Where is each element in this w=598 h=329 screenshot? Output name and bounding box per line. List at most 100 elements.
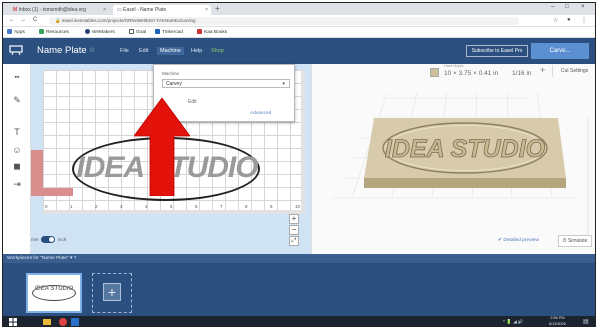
apps-icon[interactable]: ◼	[11, 160, 23, 172]
unit-mm-label: mm	[31, 237, 39, 242]
material-dimensions: 10 × 3.75 × 0.41 in	[444, 70, 499, 77]
favorite-star-icon[interactable]: ☆	[89, 46, 95, 54]
forward-icon[interactable]: →	[20, 17, 26, 23]
bookmark-icon	[155, 29, 160, 34]
apps-grid-icon	[7, 29, 12, 34]
chrome-icon[interactable]	[59, 318, 67, 326]
text-icon[interactable]: T	[11, 126, 23, 138]
workpiece-thumbnail[interactable]: IDEA STUDIO	[26, 273, 82, 313]
project-title[interactable]: Name Plate	[37, 45, 87, 56]
minimize-icon[interactable]: –	[551, 4, 554, 10]
clock-date: 6/13/2020	[549, 321, 566, 326]
word-icon[interactable]	[71, 318, 79, 326]
simulate-button[interactable]: ⏱ Simulate	[558, 235, 592, 247]
chevron-down-icon: ▼	[281, 81, 286, 86]
carve-button[interactable]: Carve...	[531, 43, 589, 59]
menu-shop[interactable]: Shop	[211, 48, 224, 54]
zoom-in-button[interactable]: +	[289, 214, 299, 224]
bookmark-icon	[85, 29, 90, 34]
advanced-link[interactable]: Advanced	[250, 111, 271, 116]
close-window-icon[interactable]: ×	[581, 4, 585, 10]
material-label: Hard Maple	[444, 64, 464, 68]
add-workpiece-button[interactable]: +	[92, 273, 132, 313]
browser-tab-bar: M Inbox (1) - tsmsmith@idea.org × ▭ Ease…	[3, 3, 595, 15]
browser-tab-easel[interactable]: ▭ Easel - Name Plate ×	[113, 5, 211, 15]
ruler-tick-label: 8	[245, 204, 248, 209]
bookmark-apps[interactable]: Apps	[7, 29, 25, 35]
zoom-out-button[interactable]: −	[289, 225, 299, 235]
left-toolbar: ▪▪ ✎ T ☺ ◼ ⇥	[3, 64, 31, 254]
plus-icon: +	[103, 283, 121, 301]
ruler-tick-label: 10	[295, 204, 301, 209]
machine-label: Machine	[162, 71, 180, 76]
address-bar[interactable]: 🔒 easel.inventables.com/projects/GRNxWe9…	[49, 17, 519, 25]
fit-view-button[interactable]: ⤢	[289, 236, 299, 246]
bookmark-star-icon[interactable]: ☆	[553, 17, 558, 24]
new-tab-button[interactable]: +	[215, 4, 220, 13]
ruler-tick-label: 7	[220, 204, 223, 209]
maximize-icon[interactable]: □	[565, 4, 569, 10]
subscribe-pro-button[interactable]: Subscribe to Easel Pro	[466, 45, 528, 57]
ruler-tick-label: 9	[270, 204, 273, 209]
clock-time: 2:56 PM	[550, 316, 565, 320]
bookmark-icon	[197, 29, 202, 34]
ruler-tick-label: 1	[70, 204, 73, 209]
cut-settings-button[interactable]: Cut Settings	[552, 65, 595, 77]
toggle-knob	[49, 237, 54, 242]
vertical-scrollbar[interactable]	[301, 70, 305, 210]
horizontal-scrollbar[interactable]	[43, 210, 305, 214]
3d-board-preview: IDEA STUDIO	[364, 118, 566, 188]
material-swatch	[430, 68, 439, 77]
easel-logo-icon[interactable]	[9, 45, 23, 55]
bookmark-icon	[39, 29, 44, 34]
menu-file[interactable]: File	[120, 48, 129, 54]
tab-label: Inbox (1) - tsmsmith@idea.org	[18, 7, 86, 13]
close-tab-icon[interactable]: ×	[205, 5, 208, 15]
close-tab-icon[interactable]: ×	[103, 5, 106, 15]
screenshot-frame: M Inbox (1) - tsmsmith@idea.org × ▭ Ease…	[2, 2, 596, 327]
easel-header: Name Plate ☆ File Edit Machine Help Shop…	[3, 38, 595, 64]
windows-taskbar: ^ 🔋 ◢ 🔊 2:56 PM 6/13/2020 ▤	[3, 316, 595, 326]
red-arrow-annotation	[134, 98, 190, 196]
gmail-icon: M	[13, 7, 18, 13]
windows-start-icon[interactable]	[9, 318, 17, 326]
workpieces-header[interactable]: Workpieces for "Name Plate" ▾ ?	[3, 254, 595, 263]
system-tray-icons[interactable]: ^ 🔋 ◢ 🔊	[503, 319, 524, 325]
thumbnail-text: IDEA STUDIO	[34, 286, 74, 292]
detailed-preview-checkbox[interactable]: ✔ Detailed preview	[498, 238, 539, 243]
bookmark-goal[interactable]: Goal	[129, 29, 146, 35]
taskbar-clock[interactable]: 2:56 PM 6/13/2020	[549, 316, 566, 326]
notifications-icon[interactable]: ▤	[583, 318, 589, 325]
back-icon[interactable]: ←	[9, 17, 15, 23]
menu-edit[interactable]: Edit	[139, 48, 148, 54]
bit-size: 1/16 in	[512, 70, 532, 77]
bookmarks-bar: Apps Resources WeMakers Goal Tinkercad K…	[3, 27, 595, 38]
icons-icon[interactable]: ☺	[11, 144, 23, 156]
shapes-icon[interactable]: ▪▪	[11, 72, 23, 84]
ruler-tick-label: 4	[145, 204, 148, 209]
bookmark-kaa-books[interactable]: Kaa Books	[197, 29, 227, 35]
reload-icon[interactable]: C	[33, 17, 37, 23]
profile-icon[interactable]: ●	[567, 17, 571, 23]
unit-toggle[interactable]	[41, 236, 55, 243]
browser-toolbar: ← → C 🔒 easel.inventables.com/projects/G…	[3, 15, 595, 27]
ruler-tick-label: 3	[120, 204, 123, 209]
bookmark-wemakers[interactable]: WeMakers	[85, 29, 115, 35]
browser-tab-inbox[interactable]: M Inbox (1) - tsmsmith@idea.org ×	[9, 5, 109, 15]
menu-help[interactable]: Help	[191, 48, 202, 54]
menu-machine[interactable]: Machine	[157, 47, 184, 55]
tab-label: Easel - Name Plate	[123, 7, 167, 13]
pen-icon[interactable]: ✎	[11, 94, 23, 106]
bookmark-resources[interactable]: Resources	[39, 29, 69, 35]
file-explorer-icon[interactable]	[43, 319, 51, 325]
add-bit-button[interactable]: +	[540, 65, 545, 75]
import-icon[interactable]: ⇥	[11, 178, 23, 190]
workpieces-strip: IDEA STUDIO +	[3, 263, 595, 316]
ruler-tick-label: 5	[170, 204, 173, 209]
browser-menu-icon[interactable]: ⋮	[581, 17, 587, 24]
ruler-tick-label: 6	[195, 204, 198, 209]
bookmark-tinkercad[interactable]: Tinkercad	[155, 29, 183, 35]
board-text: IDEA STUDIO	[385, 135, 546, 163]
machine-select[interactable]: Carvey ▼	[162, 79, 290, 88]
machine-select-value: Carvey	[166, 81, 182, 87]
